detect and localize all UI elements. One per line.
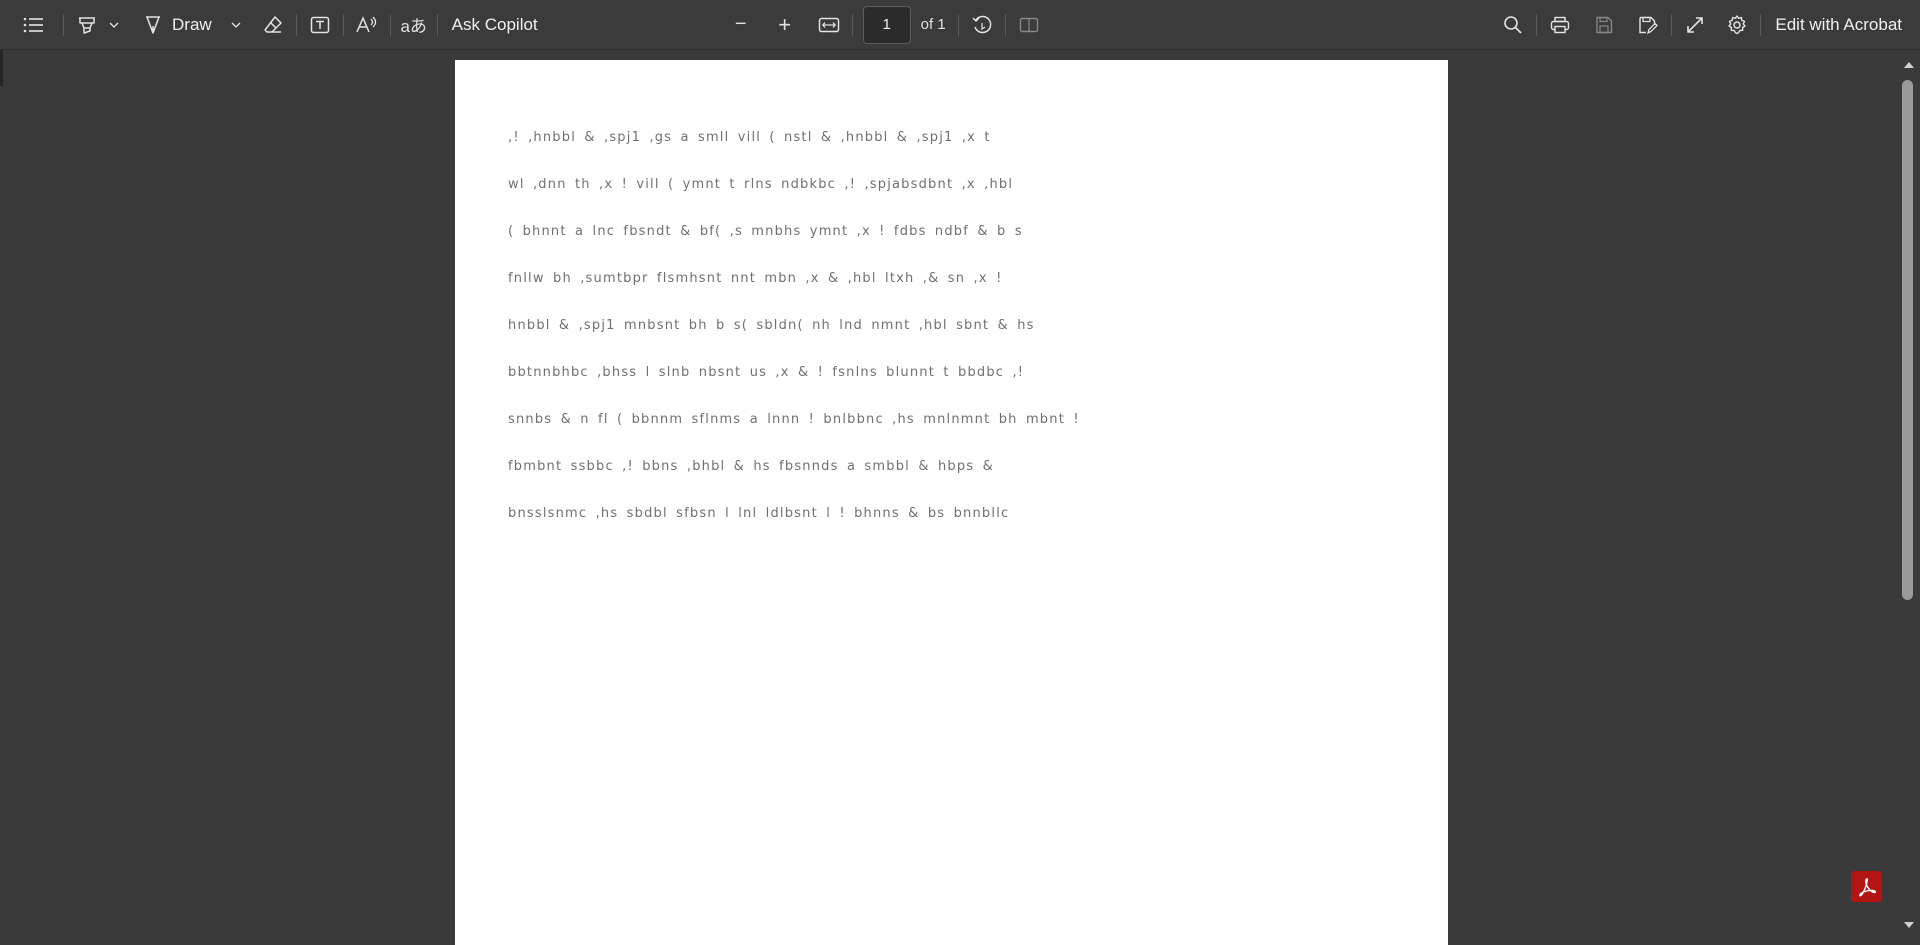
toolbar-divider: [1004, 13, 1006, 36]
translate-button[interactable]: aあ: [397, 8, 431, 42]
braille-line: hnbbl & ,spj1 mnbsnt bh b s( sbldn( nh l…: [508, 318, 1035, 333]
toolbar-divider: [436, 13, 438, 36]
text-box-icon: [310, 16, 329, 33]
save-button[interactable]: [1587, 8, 1621, 42]
toolbar-divider: [851, 13, 853, 36]
draw-label: Draw: [172, 14, 212, 34]
fit-to-width-button[interactable]: [812, 8, 846, 42]
fullscreen-button[interactable]: [1678, 8, 1712, 42]
draw-options-button[interactable]: [224, 8, 248, 42]
pen-icon: [146, 15, 160, 34]
scrollbar-thumb[interactable]: [1902, 80, 1913, 600]
zoom-out-button[interactable]: −: [724, 8, 758, 42]
page-number-input[interactable]: [862, 5, 911, 44]
toolbar-divider: [63, 13, 64, 36]
page-view-button[interactable]: [1012, 8, 1046, 42]
toolbar-divider: [389, 13, 391, 36]
read-aloud-icon: [355, 15, 376, 32]
acrobat-button[interactable]: [1851, 871, 1882, 902]
settings-button[interactable]: [1720, 8, 1754, 42]
translate-icon: aあ: [400, 17, 427, 36]
scroll-up-arrow[interactable]: [1904, 62, 1914, 68]
viewer-toolbar: Draw aあ Ask Copilot − + 1 of 1 Edit with…: [0, 0, 1920, 50]
toolbar-divider: [1760, 13, 1762, 36]
braille-line: ,! ,hnbbl & ,spj1 ,gs a smll vill ( nstl…: [508, 130, 991, 145]
search-icon: [1504, 15, 1523, 34]
highlight-button[interactable]: [70, 8, 104, 42]
page-total: of 1: [920, 16, 946, 33]
toolbar-divider: [957, 13, 959, 36]
braille-line: fbmbnt ssbbc ,! bbns ,bhbl & hs fbsnnds …: [508, 459, 994, 474]
plus-icon: +: [778, 11, 792, 37]
list-icon: [23, 17, 43, 32]
braille-line: wl ,dnn th ,x ! vill ( ymnt t rlns ndbkb…: [508, 177, 1014, 192]
chevron-down-icon: [109, 22, 119, 28]
zoom-in-button[interactable]: +: [768, 8, 802, 42]
save-as-icon: [1639, 16, 1659, 34]
edit-with-acrobat-label: Edit with Acrobat: [1775, 14, 1902, 34]
rotate-button[interactable]: [965, 8, 999, 42]
save-as-button[interactable]: [1631, 8, 1665, 42]
contents-button[interactable]: [17, 8, 51, 42]
toolbar-divider: [342, 13, 344, 36]
toolbar-divider: [1536, 13, 1538, 36]
acrobat-logo-icon: [1858, 877, 1876, 896]
braille-line: fnllw bh ,sumtbpr flsmhsnt nnt mbn ,x & …: [508, 271, 1003, 286]
scroll-down-arrow[interactable]: [1904, 922, 1914, 928]
print-button[interactable]: [1543, 8, 1577, 42]
fit-width-icon: [818, 17, 839, 32]
pdf-page: ,! ,hnbbl & ,spj1 ,gs a smll vill ( nstl…: [455, 60, 1448, 945]
toolbar-divider: [295, 13, 297, 36]
print-icon: [1551, 16, 1570, 33]
draw-button[interactable]: Draw: [138, 8, 224, 42]
highlight-options-button[interactable]: [104, 8, 124, 42]
toolbar-divider: [1671, 13, 1673, 36]
braille-text-block: ,! ,hnbbl & ,spj1 ,gs a smll vill ( nstl…: [508, 114, 1398, 537]
braille-line: bbtnnbhbc ,bhss l slnb nbsnt us ,x & ! f…: [508, 365, 1025, 380]
ask-copilot-label: Ask Copilot: [451, 14, 538, 34]
braille-line: snnbs & n fl ( bbnnm sflnms a lnnn ! bnl…: [508, 412, 1080, 427]
add-text-button[interactable]: [303, 8, 337, 42]
chevron-down-icon: [231, 22, 241, 28]
read-aloud-button[interactable]: [350, 8, 384, 42]
minus-icon: −: [734, 13, 747, 35]
edit-with-acrobat-button[interactable]: Edit with Acrobat: [1767, 8, 1910, 42]
erase-button[interactable]: [256, 8, 290, 42]
save-icon: [1596, 16, 1613, 33]
highlighter-icon: [79, 16, 95, 34]
left-edge-strip: [0, 50, 3, 86]
rotate-icon: [972, 15, 992, 33]
braille-line: ( bhnnt a lnc fbsndt & bf( ,s mnbhs ymnt…: [508, 224, 1023, 239]
two-page-icon: [1019, 17, 1038, 32]
gear-icon: [1728, 14, 1747, 34]
expand-icon: [1687, 16, 1704, 33]
eraser-icon: [263, 15, 282, 33]
ask-copilot-button[interactable]: Ask Copilot: [444, 8, 546, 42]
braille-line: bnsslsnmc ,hs sbdbl sfbsn l lnl ldlbsnt …: [508, 506, 1010, 521]
search-button[interactable]: [1496, 8, 1530, 42]
